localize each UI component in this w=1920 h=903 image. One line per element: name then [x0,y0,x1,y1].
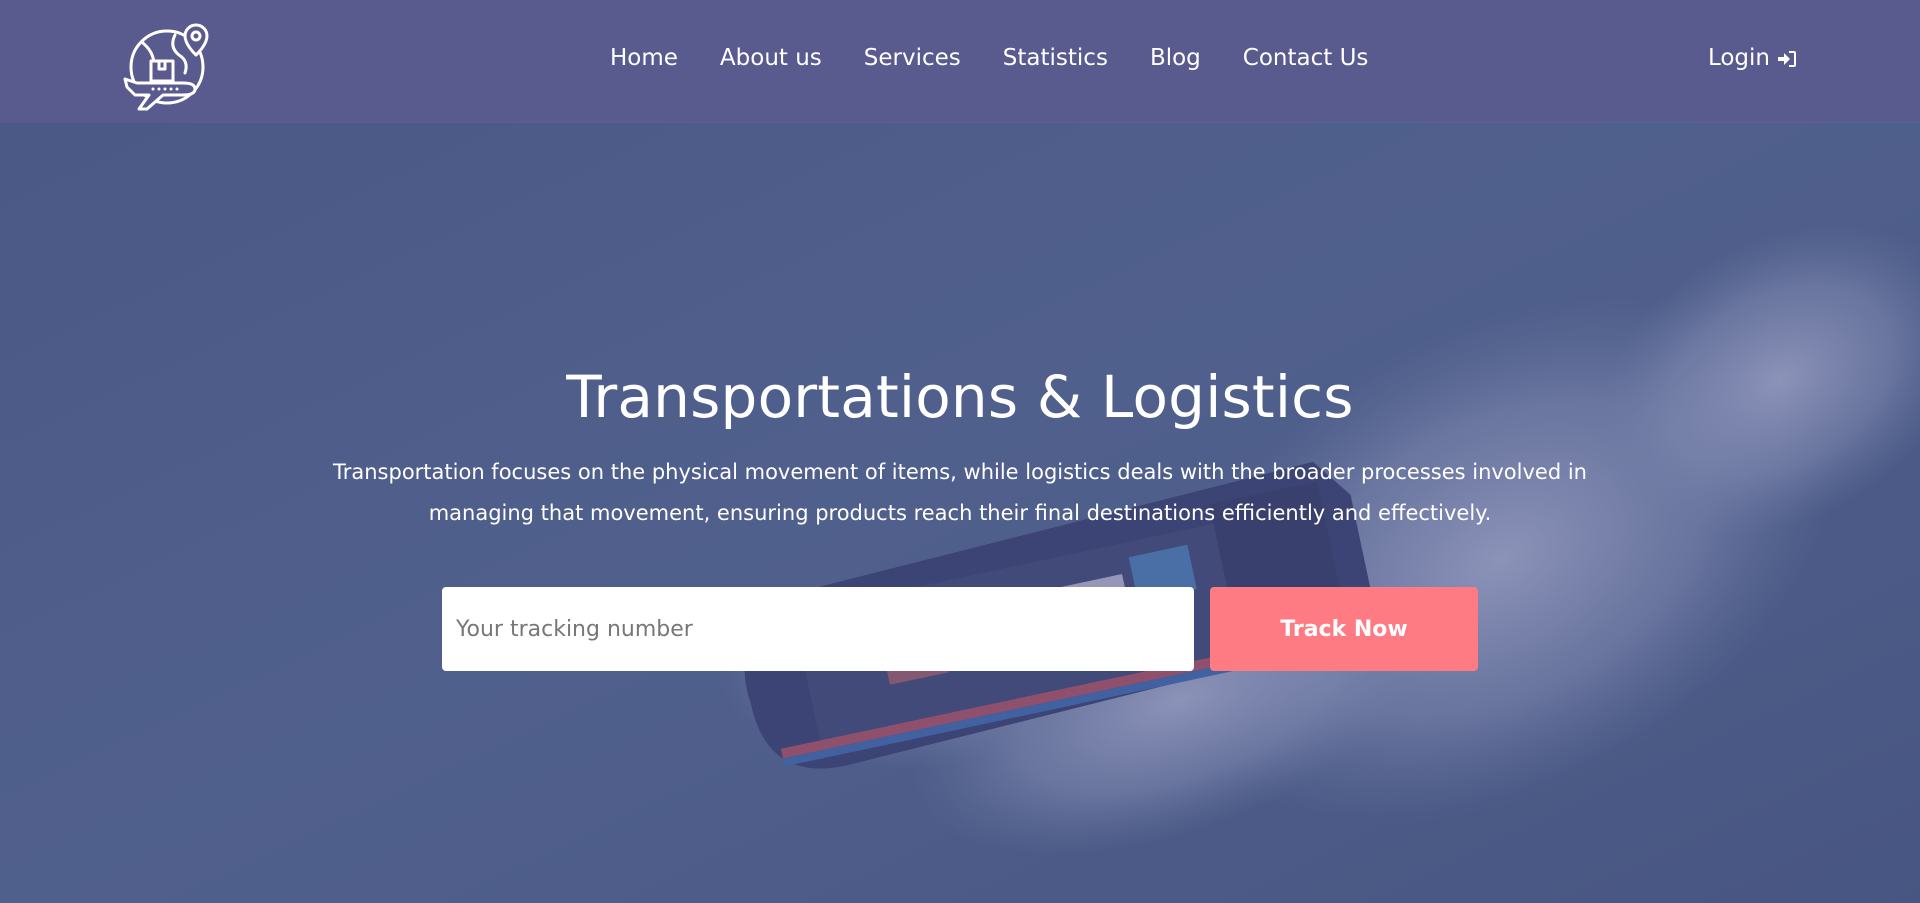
sign-in-icon [1778,51,1796,67]
login-link[interactable]: Login [1708,0,1796,122]
main-nav: Home About us Services Statistics Blog C… [610,0,1368,122]
nav-link-services[interactable]: Services [864,46,961,76]
hero-description: Transportation focuses on the physical m… [333,460,1587,525]
page: Home About us Services Statistics Blog C… [0,0,1920,903]
nav-link-about-us[interactable]: About us [720,46,822,76]
login-label: Login [1707,44,1770,71]
hero-title: Transportations & Logistics [566,363,1354,431]
tracking-form: Track Now [442,587,1478,671]
nav-link-home[interactable]: Home [610,46,678,76]
globe-plane-location-icon[interactable] [123,21,215,111]
nav-link-blog[interactable]: Blog [1150,46,1201,76]
nav-link-statistics[interactable]: Statistics [1003,46,1108,76]
tracking-number-input[interactable] [442,587,1194,671]
track-now-button[interactable]: Track Now [1210,587,1478,671]
nav-link-contact-us[interactable]: Contact Us [1243,46,1369,76]
navbar: Home About us Services Statistics Blog C… [0,0,1920,122]
